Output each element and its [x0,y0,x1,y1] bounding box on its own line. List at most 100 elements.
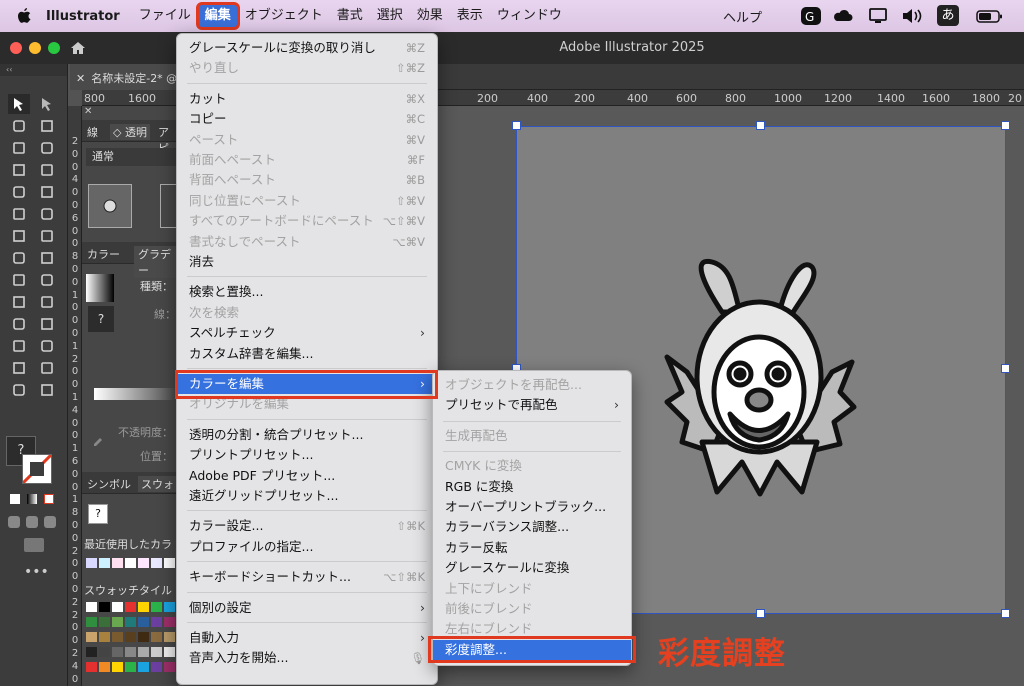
tab-swatches[interactable]: スウォ [138,476,177,492]
zoom-tool-icon[interactable] [36,380,58,400]
swatch-color[interactable] [99,662,110,672]
selection-handle-tl[interactable] [512,121,521,130]
tab-stroke[interactable]: 線 [87,124,98,140]
menu-edit[interactable]: 編集 [195,2,240,30]
selection-handle-tc[interactable] [756,121,765,130]
gradient-preview[interactable] [86,274,114,302]
color-submenu-item[interactable]: プリセットで再配色 › [433,395,631,415]
menu-view[interactable]: 表示 [450,4,490,28]
tab-transparency[interactable]: ◇ 透明 [110,124,150,140]
stroke-swatch[interactable] [21,453,53,485]
swatch-color[interactable] [112,602,123,612]
collapse-toolbar-icon[interactable]: ‹‹ [0,64,67,76]
menu-select[interactable]: 選択 [370,4,410,28]
battery-icon[interactable] [976,6,1004,26]
swatch-color[interactable] [164,602,175,612]
pen-tool-icon[interactable] [8,138,30,158]
color-submenu-item[interactable]: オーバープリントブラック... [433,497,631,517]
rectangle-tool-icon[interactable] [8,182,30,202]
close-tab-icon[interactable]: ✕ [76,72,85,85]
display-icon[interactable] [868,6,888,26]
menu-effect[interactable]: 効果 [410,4,450,28]
swatch-color[interactable] [151,632,162,642]
width-tool-icon[interactable] [8,248,30,268]
line-tool-icon[interactable] [36,160,58,180]
gradient-mode-button[interactable] [27,494,37,504]
paintbrush-tool-icon[interactable] [36,182,58,202]
mesh-tool-icon[interactable] [8,292,30,312]
edit-toolbar-icon[interactable]: ••• [24,564,49,580]
gradient-slider[interactable] [94,388,178,400]
swatch-color[interactable] [86,632,97,642]
selection-handle-tr[interactable] [1001,121,1010,130]
cloud-icon[interactable] [832,6,854,26]
swatch-color[interactable] [112,647,123,657]
swatch-color[interactable] [125,617,136,627]
swatch-color[interactable] [164,632,175,642]
tab-gradient[interactable]: グラデー [134,246,178,278]
swatch-color[interactable] [125,647,136,657]
menu-file[interactable]: ファイル [132,4,198,28]
swatch-color[interactable] [86,617,97,627]
recent-color-swatch[interactable] [151,558,162,568]
edit-menu-item[interactable]: カラーを編集 › [177,374,437,394]
clown-illustration[interactable] [662,252,857,497]
volume-icon[interactable] [900,6,924,26]
edit-menu-item[interactable]: 音声入力を開始... 🎙 [177,648,437,668]
apple-icon[interactable] [16,7,32,25]
swatch-color[interactable] [99,647,110,657]
swatch-color[interactable] [86,602,97,612]
screen-mode-icon[interactable] [24,538,44,552]
color-submenu-item[interactable]: カラー反転 [433,538,631,558]
type-tool-icon[interactable] [8,160,30,180]
edit-menu-item[interactable]: キーボードショートカット... ⌥⇧⌘K [177,567,437,587]
swatch-color[interactable] [86,662,97,672]
menu-object[interactable]: オブジェクト [238,4,330,28]
swatch-color[interactable] [112,617,123,627]
selection-handle-br[interactable] [1001,609,1010,618]
swatch-color[interactable] [99,617,110,627]
swatch-color[interactable] [151,647,162,657]
selection-handle-mr[interactable] [1001,364,1010,373]
edit-menu-item[interactable]: スペルチェック › [177,323,437,343]
swatch-color[interactable] [125,662,136,672]
input-method-indicator[interactable]: あ [937,5,959,26]
color-submenu-item[interactable]: カラーバランス調整... [433,517,631,537]
swatch-color[interactable] [138,617,149,627]
swatch-color[interactable] [125,602,136,612]
swatch-color[interactable] [164,647,175,657]
color-submenu-item[interactable]: グレースケールに変換 [433,558,631,578]
swatch-fill-box[interactable]: ? [88,504,108,524]
swatch-color[interactable] [99,602,110,612]
menu-window[interactable]: ウィンドウ [490,4,569,28]
recent-color-swatch[interactable] [138,558,149,568]
swatch-color[interactable] [112,632,123,642]
object-thumbnail[interactable] [88,184,132,228]
column-graph-tool-icon[interactable] [36,336,58,356]
shape-builder-tool-icon[interactable] [8,270,30,290]
magic-wand-tool-icon[interactable] [8,116,30,136]
perspective-grid-tool-icon[interactable] [36,270,58,290]
swatch-color[interactable] [138,602,149,612]
shaper-tool-icon[interactable] [8,204,30,224]
scale-tool-icon[interactable] [36,226,58,246]
swatch-color[interactable] [151,662,162,672]
edit-menu-item[interactable]: プロファイルの指定... [177,537,437,557]
free-transform-tool-icon[interactable] [36,248,58,268]
hand-tool-icon[interactable] [8,380,30,400]
edit-menu-item[interactable]: 遠近グリッドプリセット... [177,486,437,506]
edit-menu-item[interactable]: 透明の分割・統合プリセット... [177,425,437,445]
symbol-sprayer-tool-icon[interactable] [8,336,30,356]
swatch-color[interactable] [164,662,175,672]
swatch-color[interactable] [164,617,175,627]
selection-tool-icon[interactable] [8,94,30,114]
edit-menu-item[interactable]: カラー設定... ⇧⌘K [177,516,437,536]
curvature-tool-icon[interactable] [36,138,58,158]
tab-color[interactable]: カラー [87,246,120,262]
edit-menu-item[interactable]: カスタム辞書を編集... [177,344,437,364]
document-tab[interactable]: ✕ 名称未設定-2* @ 1 [70,64,180,90]
swatch-color[interactable] [86,647,97,657]
swatch-color[interactable] [112,662,123,672]
swatch-color[interactable] [138,632,149,642]
menu-help[interactable]: ヘルプ [723,7,762,26]
